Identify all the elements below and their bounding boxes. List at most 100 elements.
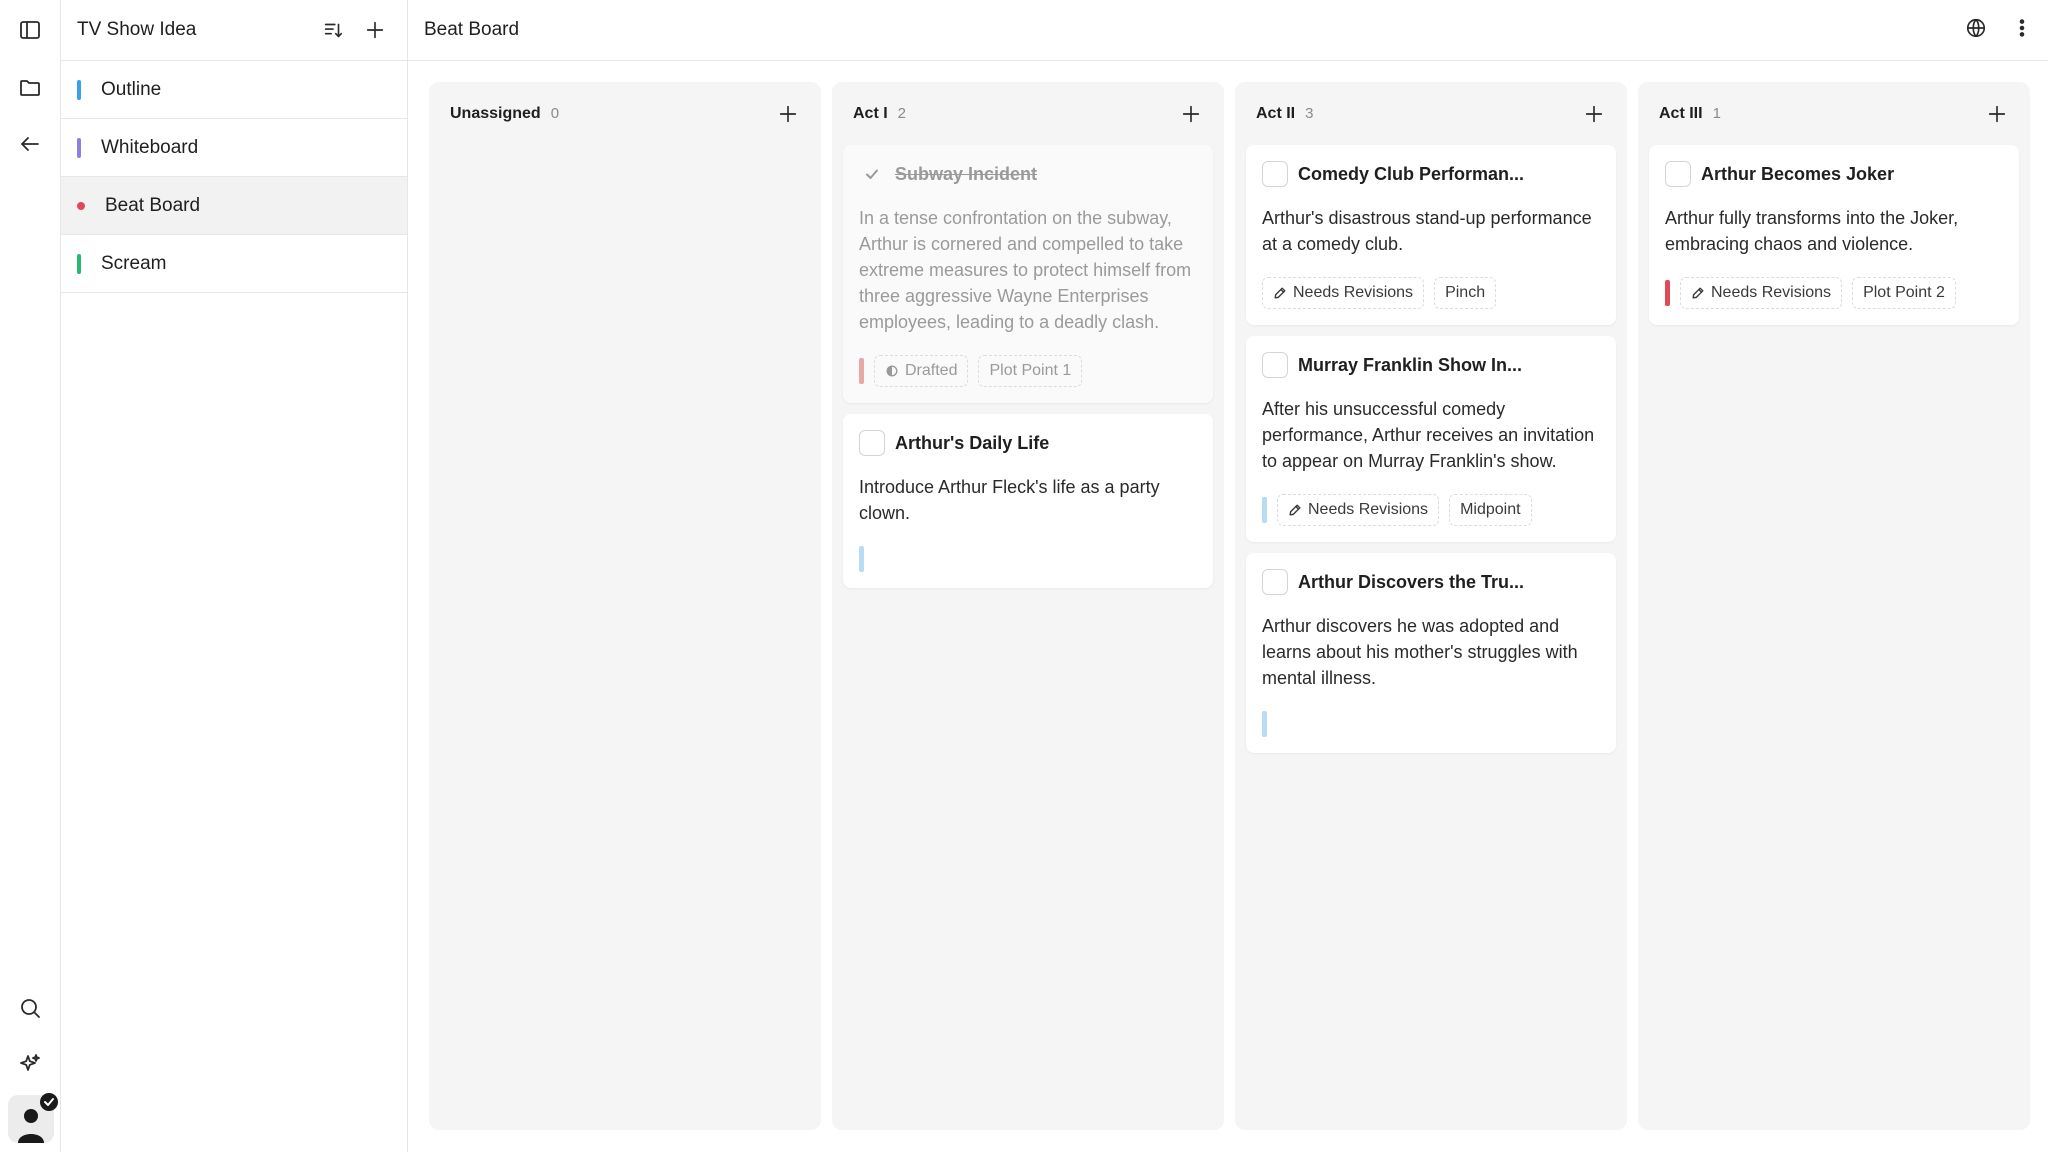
search-icon[interactable]: [10, 988, 50, 1028]
sidebar-item-scream[interactable]: Scream: [61, 235, 407, 293]
panel-header: TV Show Idea: [61, 0, 407, 61]
sidebar-item-label: Scream: [101, 252, 167, 274]
card-tags: [859, 546, 1197, 572]
card-checkbox[interactable]: [1262, 569, 1288, 595]
column-name: Act III: [1659, 104, 1703, 122]
color-indicator: [1262, 497, 1267, 523]
beat-board: Unassigned 0 Act I 2 Subway Incident In a ten…: [429, 82, 2030, 1130]
plus-icon: [1180, 103, 1202, 125]
globe-icon[interactable]: [1960, 12, 1992, 44]
card-header: Comedy Club Performan...: [1262, 159, 1600, 189]
color-indicator: [859, 358, 864, 384]
tag-drafted[interactable]: Drafted: [874, 355, 969, 387]
pen-icon: [1273, 286, 1287, 300]
back-arrow-icon[interactable]: [10, 124, 50, 164]
card-description: Introduce Arthur Fleck's life as a party…: [859, 477, 1160, 523]
beat-card[interactable]: Arthur Becomes Joker Arthur fully transfo…: [1649, 145, 2019, 325]
add-card-button[interactable]: [1578, 98, 1610, 130]
add-card-button[interactable]: [772, 98, 804, 130]
beat-card[interactable]: Murray Franklin Show In... After his unsu…: [1246, 336, 1616, 542]
sidebar-item-beat-board[interactable]: Beat Board: [61, 177, 407, 235]
column-act-ii: Act II 3 Comedy Club Performan... Arthur's …: [1235, 82, 1627, 1130]
card-header: Arthur Discovers the Tru...: [1262, 567, 1600, 597]
tag-plot-point-2[interactable]: Plot Point 2: [1852, 277, 1956, 309]
sidebar-item-label: Whiteboard: [101, 136, 199, 158]
beat-card[interactable]: Arthur's Daily Life Introduce Arthur Flec…: [843, 414, 1213, 588]
tag-label: Needs Revisions: [1711, 284, 1832, 301]
color-indicator: [1262, 711, 1267, 737]
color-marker: [77, 253, 81, 274]
color-indicator: [859, 546, 864, 572]
card-checkbox[interactable]: [859, 161, 885, 187]
tag-midpoint[interactable]: Midpoint: [1449, 494, 1532, 526]
column-act-iii: Act III 1 Arthur Becomes Joker Arthur fully…: [1638, 82, 2030, 1130]
user-avatar-icon[interactable]: [8, 1093, 58, 1143]
more-vertical-icon[interactable]: [2006, 12, 2038, 44]
card-header: Murray Franklin Show In...: [1262, 350, 1600, 380]
main-area: Beat Board Unassigned 0 Act I 2 Subway Incid…: [408, 0, 2048, 1152]
card-tags: Needs Revisions Midpoint: [1262, 494, 1600, 526]
column-count: 2: [897, 105, 907, 122]
add-card-button[interactable]: [1175, 98, 1207, 130]
sort-icon[interactable]: [317, 14, 349, 46]
sidebar-item-label: Outline: [101, 78, 162, 100]
tag-plot-point-1[interactable]: Plot Point 1: [978, 355, 1083, 387]
sidebar-item-outline[interactable]: Outline: [61, 61, 407, 119]
color-marker: [77, 201, 85, 210]
card-title: Arthur's Daily Life: [895, 432, 1050, 453]
tag-needs-revisions[interactable]: Needs Revisions: [1262, 277, 1425, 309]
card-description: Arthur fully transforms into the Joker, …: [1665, 208, 1959, 254]
tag-label: Pinch: [1445, 284, 1486, 301]
tag-label: Needs Revisions: [1308, 501, 1429, 518]
plus-icon: [777, 103, 799, 125]
card-description: In a tense confrontation on the subway, …: [859, 208, 1192, 332]
beat-card[interactable]: Subway Incident In a tense confrontation …: [843, 145, 1213, 403]
plus-icon: [1986, 103, 2008, 125]
sparkle-icon[interactable]: [10, 1044, 50, 1084]
card-title: Subway Incident: [895, 163, 1038, 184]
beat-card[interactable]: Comedy Club Performan... Arthur's disastr…: [1246, 145, 1616, 325]
tag-label: Plot Point 2: [1863, 284, 1945, 301]
sidebar-item-whiteboard[interactable]: Whiteboard: [61, 119, 407, 177]
column-header: Act III 1: [1649, 82, 2019, 145]
column-header: Act II 3: [1246, 82, 1616, 145]
card-description: Arthur's disastrous stand-up performance…: [1262, 208, 1592, 254]
add-card-button[interactable]: [1981, 98, 2013, 130]
card-checkbox[interactable]: [1262, 161, 1288, 187]
check-icon: [864, 166, 880, 182]
card-checkbox[interactable]: [1665, 161, 1691, 187]
verified-badge-icon: [40, 1093, 58, 1111]
column-header: Act I 2: [843, 82, 1213, 145]
card-title: Murray Franklin Show In...: [1298, 354, 1523, 375]
card-checkbox[interactable]: [1262, 352, 1288, 378]
column-act-i: Act I 2 Subway Incident In a tense confront…: [832, 82, 1224, 1130]
pen-icon: [1288, 503, 1302, 517]
card-checkbox[interactable]: [859, 430, 885, 456]
card-tags: Needs Revisions Plot Point 2: [1665, 277, 2003, 309]
column-count: 0: [550, 105, 560, 122]
card-description: Arthur discovers he was adopted and lear…: [1262, 616, 1578, 688]
column-name: Unassigned: [450, 104, 541, 122]
plus-icon: [1583, 103, 1605, 125]
color-marker: [77, 137, 81, 158]
color-marker: [77, 79, 81, 100]
card-title: Comedy Club Performan...: [1298, 163, 1525, 184]
half-circle-icon: [885, 364, 899, 378]
card-description: After his unsuccessful comedy performanc…: [1262, 399, 1595, 471]
tag-needs-revisions[interactable]: Needs Revisions: [1680, 277, 1843, 309]
project-title: TV Show Idea: [77, 19, 197, 40]
tag-pinch[interactable]: Pinch: [1434, 277, 1497, 309]
folder-icon[interactable]: [10, 68, 50, 108]
page-title: Beat Board: [424, 19, 520, 40]
card-header: Subway Incident: [859, 159, 1197, 189]
plus-icon[interactable]: [359, 14, 391, 46]
card-header: Arthur Becomes Joker: [1665, 159, 2003, 189]
tag-label: Needs Revisions: [1293, 284, 1414, 301]
sidebar-toggle-icon[interactable]: [10, 10, 50, 50]
card-tags: [1262, 711, 1600, 737]
project-panel: TV Show Idea Outline Whiteboard Beat Board…: [61, 0, 408, 1152]
sidebar-item-label: Beat Board: [105, 194, 201, 216]
column-count: 1: [1712, 105, 1721, 122]
tag-needs-revisions[interactable]: Needs Revisions: [1277, 494, 1440, 526]
beat-card[interactable]: Arthur Discovers the Tru... Arthur discov…: [1246, 553, 1616, 753]
